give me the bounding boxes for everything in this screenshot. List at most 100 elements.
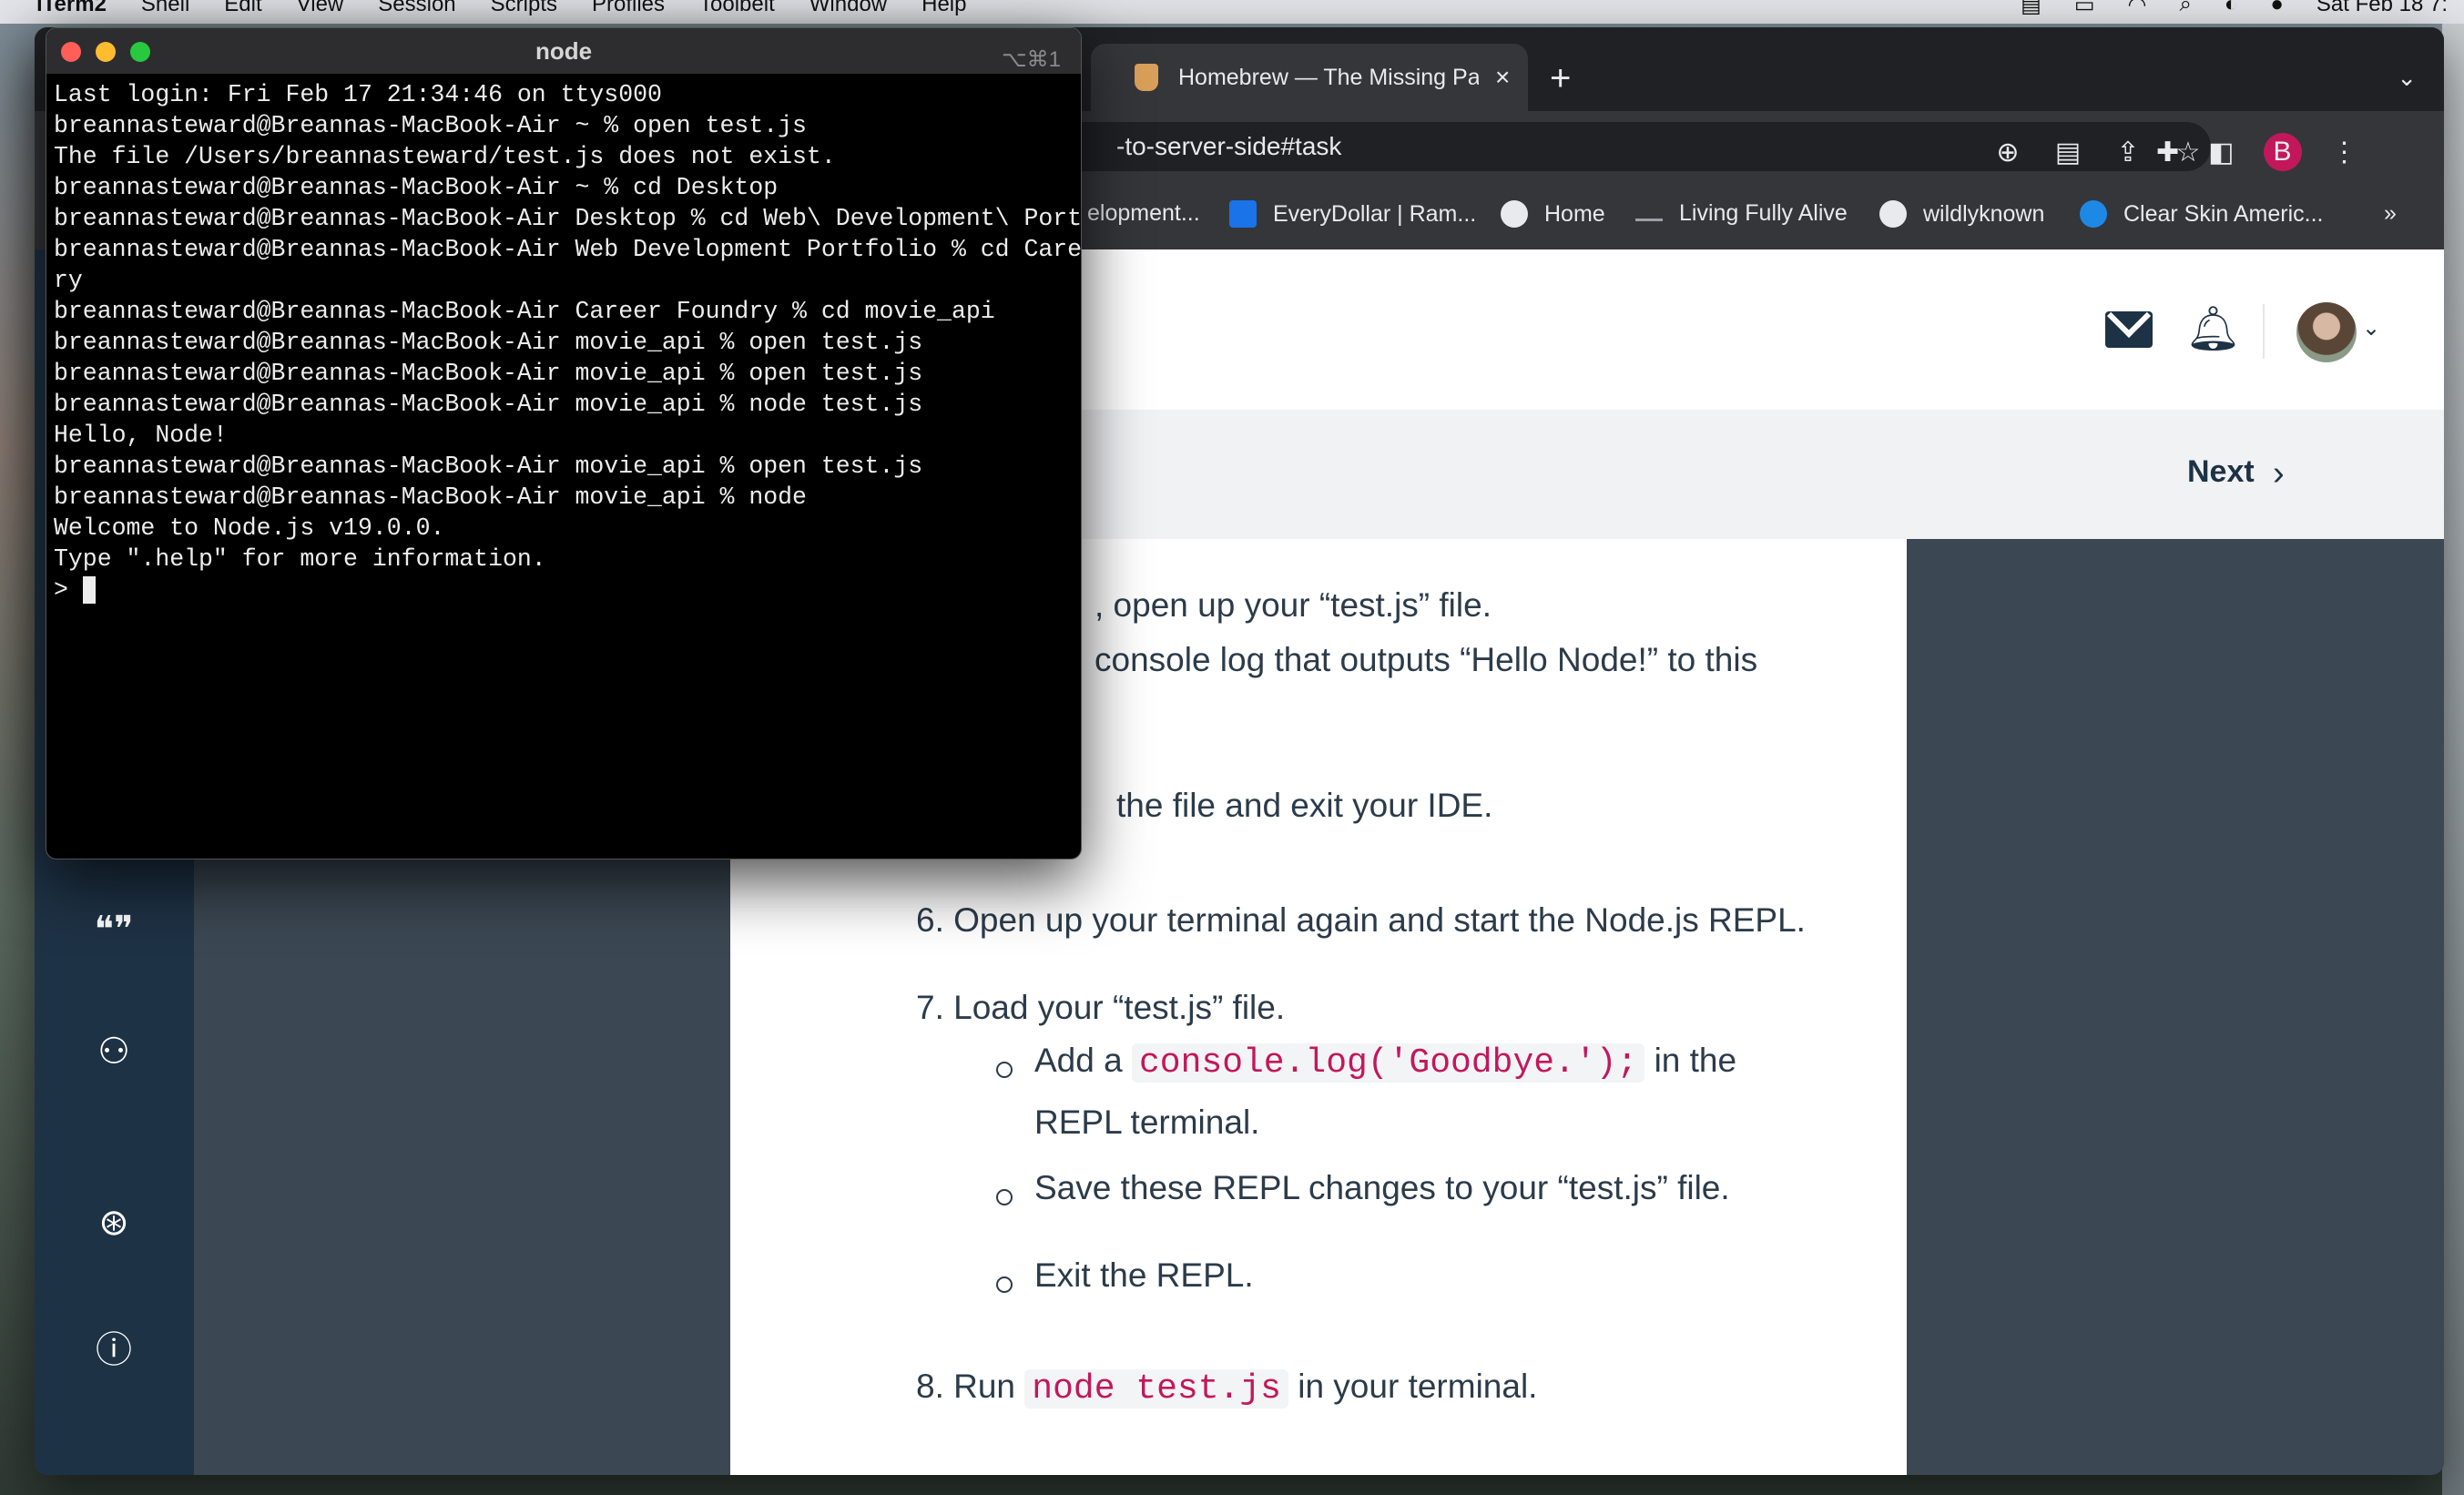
wifi-icon[interactable]: ◠ <box>2128 0 2147 18</box>
bullet-circle-icon <box>996 1062 1013 1078</box>
task-step-6: 6. Open up your terminal again and start… <box>916 901 1806 939</box>
tab-title: Homebrew — The Missing Pack <box>1178 64 1479 90</box>
header-divider <box>2263 304 2265 359</box>
bing-icon <box>2080 200 2107 228</box>
bookmark-clear-skin[interactable]: Clear Skin Americ... <box>2080 200 2324 228</box>
text-cursor <box>82 576 96 604</box>
bullet-1-text-pre: Add a <box>1034 1042 1123 1079</box>
menu-session[interactable]: Session <box>378 0 455 15</box>
terminal-line: breannasteward@Breannas-MacBook-Air movi… <box>54 453 923 480</box>
home-site-icon <box>1501 200 1528 228</box>
more-bookmarks-button[interactable]: » <box>2384 200 2397 227</box>
terminal-line: breannasteward@Breannas-MacBook-Air Web … <box>54 236 1082 263</box>
next-button[interactable]: Next <box>2187 454 2255 490</box>
task-step-7-bullet-3: Exit the REPL. <box>1034 1256 1254 1294</box>
everydollar-icon <box>1229 200 1257 228</box>
code-console-log-goodbye: console.log('Goodbye.'); <box>1131 1043 1645 1083</box>
menu-profiles[interactable]: Profiles <box>592 0 665 15</box>
user-avatar[interactable] <box>2296 302 2357 362</box>
close-window-icon[interactable] <box>61 42 81 62</box>
menu-help[interactable]: Help <box>921 0 966 15</box>
terminal-prompt-line[interactable]: > <box>54 575 1074 605</box>
community-chat-icon[interactable]: ❝❞ <box>91 907 137 952</box>
terminal-line: breannasteward@Breannas-MacBook-Air movi… <box>54 391 923 418</box>
battery-icon[interactable]: ▭ <box>2074 0 2095 18</box>
terminal-line: Type ".help" for more information. <box>54 545 546 573</box>
tab-search-chevron-icon[interactable]: ⌄ <box>2397 64 2417 92</box>
search-icon[interactable]: ⌕ <box>2179 0 2191 17</box>
zoom-window-icon[interactable] <box>130 42 150 62</box>
task-line-exit-ide: the file and exit your IDE. <box>1116 787 1493 824</box>
more-bookmarks-label: » <box>2384 200 2397 226</box>
terminal-shortcut-label: ⌥⌘1 <box>1001 47 1061 72</box>
menu-scripts[interactable]: Scripts <box>491 0 557 15</box>
menu-toolbelt[interactable]: Toolbelt <box>699 0 775 15</box>
task-step-7-bullet-1: Add a console.log('Goodbye.'); in the <box>1034 1042 1736 1083</box>
bookmark-home[interactable]: Home <box>1501 200 1605 228</box>
bookmark-label: elopment... <box>1087 200 1200 226</box>
step-8-text-post: in your terminal. <box>1298 1368 1538 1405</box>
support-lifebuoy-icon[interactable]: ⊛ <box>91 1200 137 1246</box>
chevron-right-icon[interactable]: › <box>2273 454 2285 493</box>
tab-close-icon[interactable]: × <box>1495 63 1510 92</box>
bookmark-everydollar[interactable]: EveryDollar | Ram... <box>1229 200 1476 228</box>
extensions-puzzle-icon[interactable]: ✚ <box>2156 137 2179 168</box>
terminal-line: breannasteward@Breannas-MacBook-Air ~ % … <box>54 112 807 139</box>
repl-prompt: > <box>54 576 83 604</box>
bookmark-living-fully-alive[interactable]: Living Fully Alive <box>1635 200 1848 227</box>
notifications-bell-icon[interactable]: 🔔︎ <box>2185 306 2241 353</box>
profile-avatar-button[interactable]: B <box>2263 133 2302 171</box>
terminal-output[interactable]: Last login: Fri Feb 17 21:34:46 on ttys0… <box>54 79 1082 605</box>
menu-window[interactable]: Window <box>809 0 887 15</box>
task-step-7-bullet-1-line-2: REPL terminal. <box>1034 1103 1260 1141</box>
bookmark-label: Home <box>1544 200 1605 227</box>
wordpress-icon <box>1879 200 1907 228</box>
menu-edit[interactable]: Edit <box>224 0 261 15</box>
living-fully-alive-icon <box>1635 206 1663 221</box>
terminal-line: breannasteward@Breannas-MacBook-Air Care… <box>54 298 995 325</box>
control-center-icon[interactable]: ◐ <box>2225 0 2238 17</box>
terminal-line: Welcome to Node.js v19.0.0. <box>54 514 445 542</box>
task-step-7-bullet-2: Save these REPL changes to your “test.js… <box>1034 1169 1730 1206</box>
siri-icon[interactable]: ● <box>2270 0 2284 17</box>
homebrew-favicon-icon <box>1135 64 1158 91</box>
minimize-window-icon[interactable] <box>96 42 116 62</box>
terminal-line: ry <box>54 267 83 294</box>
step-8-text-pre: 8. Run <box>916 1368 1016 1405</box>
reader-mode-icon[interactable]: ▤ <box>2052 137 2083 168</box>
mentor-network-icon[interactable]: ⚇ <box>91 1029 137 1074</box>
calendar-icon[interactable]: ▤ <box>2021 0 2041 18</box>
terminal-line: breannasteward@Breannas-MacBook-Air movi… <box>54 360 923 387</box>
background-window-edge <box>2442 24 2464 1495</box>
terminal-line: Hello, Node! <box>54 422 228 449</box>
bookmark-development[interactable]: elopment... <box>1087 200 1200 227</box>
menubar-clock[interactable]: Sat Feb 18 7: <box>2316 0 2448 17</box>
terminal-window[interactable]: node ⌥⌘1 Last login: Fri Feb 17 21:34:46… <box>46 27 1082 859</box>
tab-homebrew[interactable]: Homebrew — The Missing Pack × <box>1091 44 1528 111</box>
terminal-title: node <box>535 37 593 65</box>
new-tab-button[interactable]: + <box>1550 60 1571 97</box>
avatar-chevron-down-icon[interactable]: ⌄ <box>2362 315 2380 341</box>
page-right-gutter <box>1907 539 2444 1475</box>
bookmark-label: EveryDollar | Ram... <box>1273 200 1477 227</box>
share-icon[interactable]: ⇪ <box>2113 137 2143 168</box>
menu-app-name[interactable]: iTerm2 <box>36 0 107 15</box>
side-panel-icon[interactable]: ◧ <box>2208 137 2234 168</box>
bullet-circle-icon <box>996 1189 1013 1205</box>
task-line-console-log: console log that outputs “Hello Node!” t… <box>1095 641 1758 678</box>
terminal-title-bar[interactable]: node ⌥⌘1 <box>46 28 1081 74</box>
menu-bar: iTerm2 Shell Edit View Session Scripts P… <box>0 0 2464 24</box>
mail-icon[interactable] <box>2105 311 2153 348</box>
terminal-line: breannasteward@Breannas-MacBook-Air Desk… <box>54 205 1082 232</box>
terminal-line: breannasteward@Breannas-MacBook-Air ~ % … <box>54 174 779 201</box>
bookmark-wildlyknown[interactable]: wildlyknown <box>1879 200 2044 228</box>
toolbar-extensions: ✚ ◧ B ⋮ <box>2156 133 2388 171</box>
menu-view[interactable]: View <box>297 0 344 15</box>
info-icon[interactable]: ⓘ <box>91 1327 137 1373</box>
zoom-icon[interactable]: ⊕ <box>1992 137 2023 168</box>
browser-menu-icon[interactable]: ⋮ <box>2331 137 2358 168</box>
terminal-line: The file /Users/breannasteward/test.js d… <box>54 143 836 170</box>
menu-shell[interactable]: Shell <box>141 0 189 15</box>
code-node-test-js: node test.js <box>1024 1369 1288 1409</box>
address-bar-url[interactable]: -to-server-side#task <box>1116 132 1341 161</box>
